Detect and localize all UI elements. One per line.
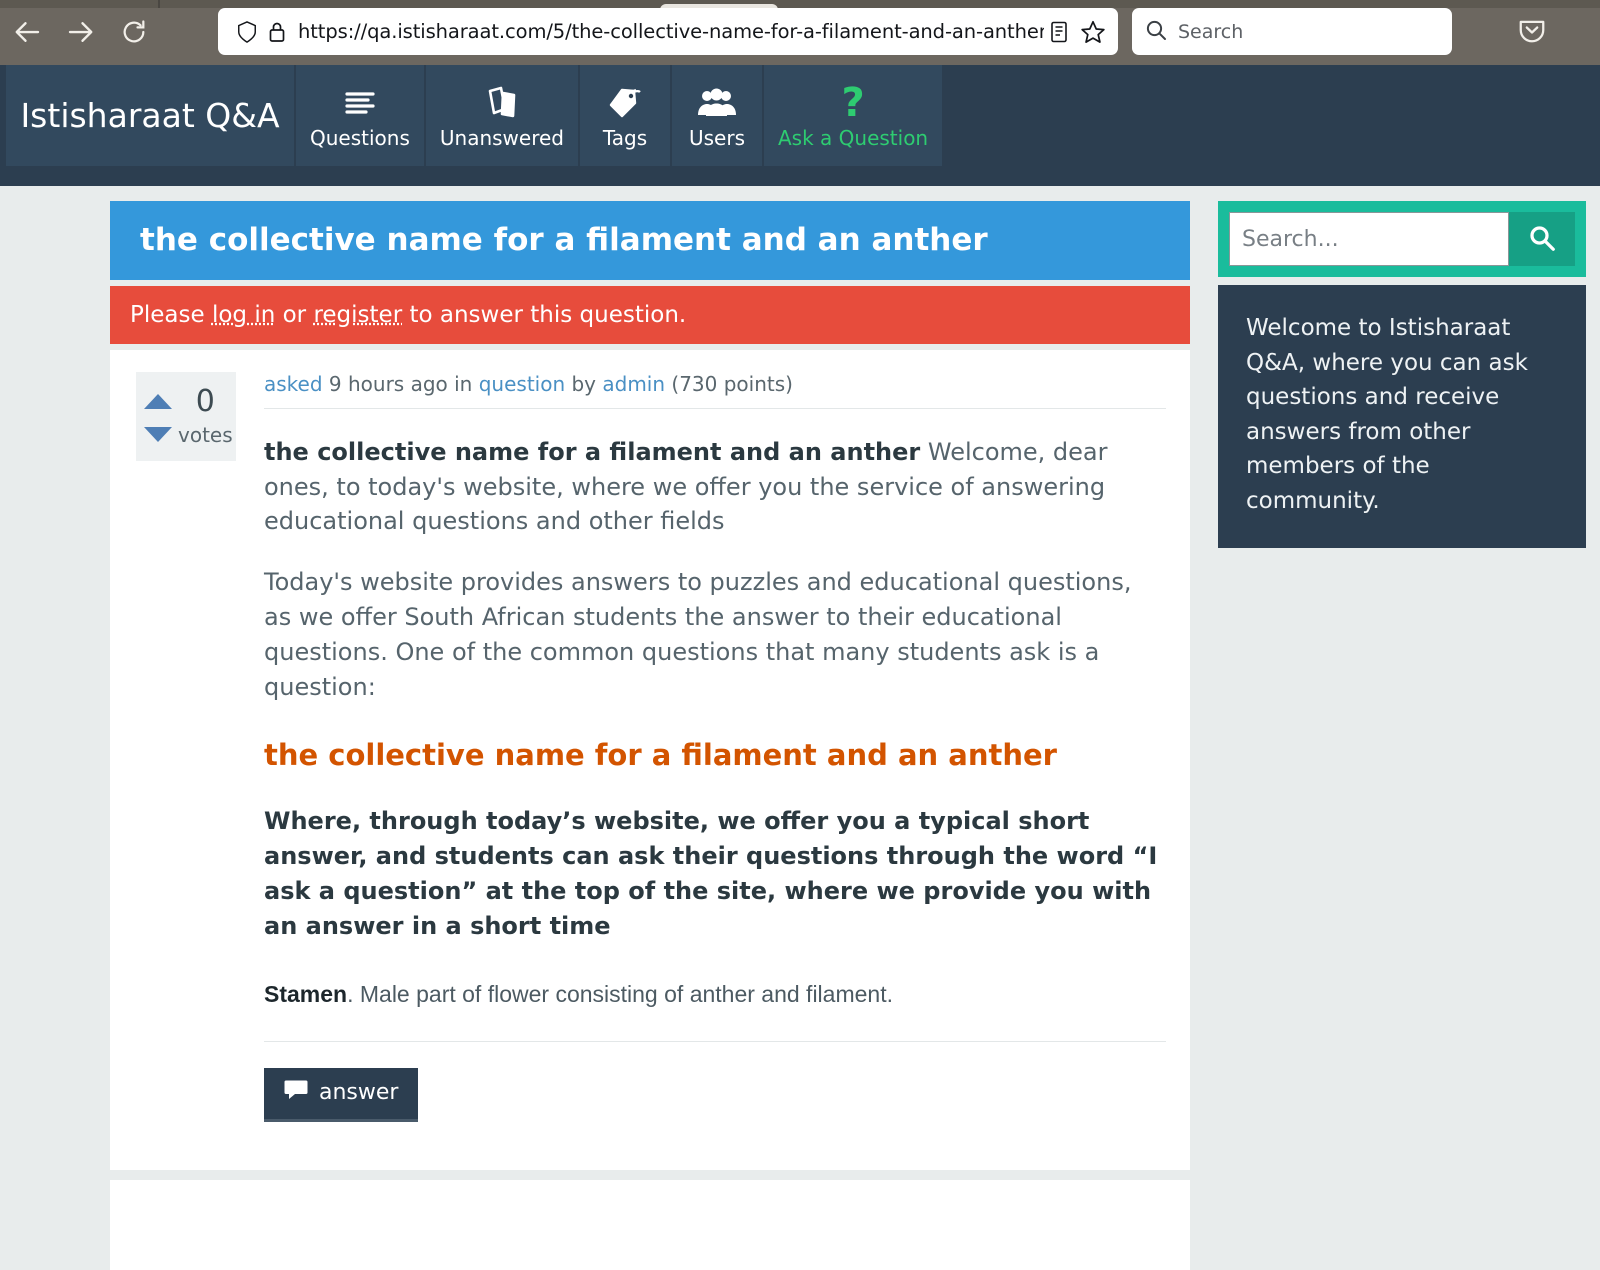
paragraph-1-bold: the collective name for a filament and a…	[264, 438, 920, 466]
question-answer-line: Stamen. Male part of flower consisting o…	[264, 978, 1166, 1042]
alert-prefix: Please	[130, 302, 212, 328]
search-input[interactable]	[1229, 212, 1509, 266]
sidebar: Welcome to Istisharaat Q&A, where you ca…	[1218, 201, 1586, 548]
tab-divider	[158, 0, 160, 8]
answer-term: Stamen	[264, 981, 347, 1007]
search-icon	[1144, 18, 1168, 46]
answer-button[interactable]: answer	[264, 1068, 418, 1122]
page-body: the collective name for a filament and a…	[0, 186, 1600, 1126]
answer-button-label: answer	[319, 1080, 398, 1105]
login-alert: Please log in or register to answer this…	[110, 286, 1190, 344]
forward-button[interactable]	[58, 10, 102, 54]
by-label: by	[565, 372, 602, 396]
lock-icon[interactable]	[262, 17, 292, 47]
site-brand[interactable]: Istisharaat Q&A	[6, 65, 296, 166]
question-meta: asked 9 hours ago in question by admin (…	[264, 372, 1166, 409]
answer-form-area	[110, 1180, 1190, 1270]
question-sub-heading: the collective name for a filament and a…	[264, 738, 1166, 772]
vote-widget: 0 votes	[136, 372, 236, 461]
users-icon	[697, 83, 737, 123]
comment-bubble-icon	[284, 1079, 308, 1107]
reload-button[interactable]	[112, 10, 156, 54]
search-button[interactable]	[1509, 212, 1575, 266]
vote-label: votes	[178, 423, 233, 447]
answer-definition: . Male part of flower consisting of anth…	[347, 981, 893, 1007]
nav-label: Ask a Question	[778, 126, 928, 150]
page-title: the collective name for a filament and a…	[110, 201, 1190, 280]
nav-label: Unanswered	[440, 126, 564, 150]
nav-item-users[interactable]: Users	[672, 65, 764, 166]
star-bookmark-icon[interactable]	[1078, 17, 1108, 47]
vote-up-arrow-icon[interactable]	[144, 394, 172, 409]
pocket-button[interactable]	[1512, 12, 1552, 52]
back-arrow-icon	[13, 17, 43, 47]
back-button[interactable]	[6, 10, 50, 54]
list-lines-icon	[342, 83, 378, 123]
reload-icon	[120, 18, 148, 46]
url-bar[interactable]: https://qa.istisharaat.com/5/the-collect…	[218, 8, 1118, 55]
nav-label: Users	[689, 126, 745, 150]
question-content: asked 9 hours ago in question by admin (…	[264, 372, 1166, 1122]
nav-item-ask-a-question[interactable]: ? Ask a Question	[764, 65, 944, 166]
cards-icon	[484, 83, 520, 123]
register-link[interactable]: register	[313, 302, 402, 328]
browser-search-bar[interactable]: Search	[1132, 8, 1452, 55]
reader-view-icon[interactable]	[1044, 17, 1074, 47]
vote-count: 0	[196, 384, 215, 419]
alert-middle: or	[275, 302, 313, 328]
asked-link[interactable]: asked	[264, 372, 323, 396]
alert-suffix: to answer this question.	[402, 302, 686, 328]
browser-search-placeholder: Search	[1178, 21, 1243, 43]
nav-item-tags[interactable]: Tags	[580, 65, 672, 166]
tag-icon	[607, 83, 643, 123]
category-link[interactable]: question	[479, 372, 565, 396]
sidebar-search-panel	[1218, 201, 1586, 277]
question-card: 0 votes asked 9 hours ago in question by…	[110, 350, 1190, 1170]
question-paragraph-2: Today's website provides answers to puzz…	[264, 565, 1166, 704]
tab-strip	[0, 0, 1600, 8]
author-points: (730 points)	[665, 372, 793, 396]
welcome-panel: Welcome to Istisharaat Q&A, where you ca…	[1218, 285, 1586, 548]
question-mark-icon: ?	[841, 83, 864, 123]
author-link[interactable]: admin	[602, 372, 665, 396]
site-navigation: Istisharaat Q&A Questions Unanswered	[6, 65, 944, 166]
shield-icon[interactable]	[232, 17, 262, 47]
nav-item-questions[interactable]: Questions	[296, 65, 426, 166]
forward-arrow-icon	[65, 17, 95, 47]
asked-time: 9 hours ago in	[323, 372, 479, 396]
browser-chrome: https://qa.istisharaat.com/5/the-collect…	[0, 0, 1600, 65]
main-column: the collective name for a filament and a…	[110, 201, 1190, 1270]
site-header: Istisharaat Q&A Questions Unanswered	[0, 65, 1600, 186]
question-paragraph-1: the collective name for a filament and a…	[264, 435, 1166, 539]
vote-down-arrow-icon[interactable]	[144, 427, 172, 442]
magnifier-icon	[1527, 223, 1557, 256]
question-bold-paragraph: Where, through today’s website, we offer…	[264, 804, 1166, 943]
nav-label: Questions	[310, 126, 410, 150]
url-text: https://qa.istisharaat.com/5/the-collect…	[298, 20, 1044, 43]
nav-item-unanswered[interactable]: Unanswered	[426, 65, 580, 166]
nav-label: Tags	[603, 126, 647, 150]
login-link[interactable]: log in	[212, 302, 275, 328]
pocket-icon	[1517, 15, 1547, 49]
